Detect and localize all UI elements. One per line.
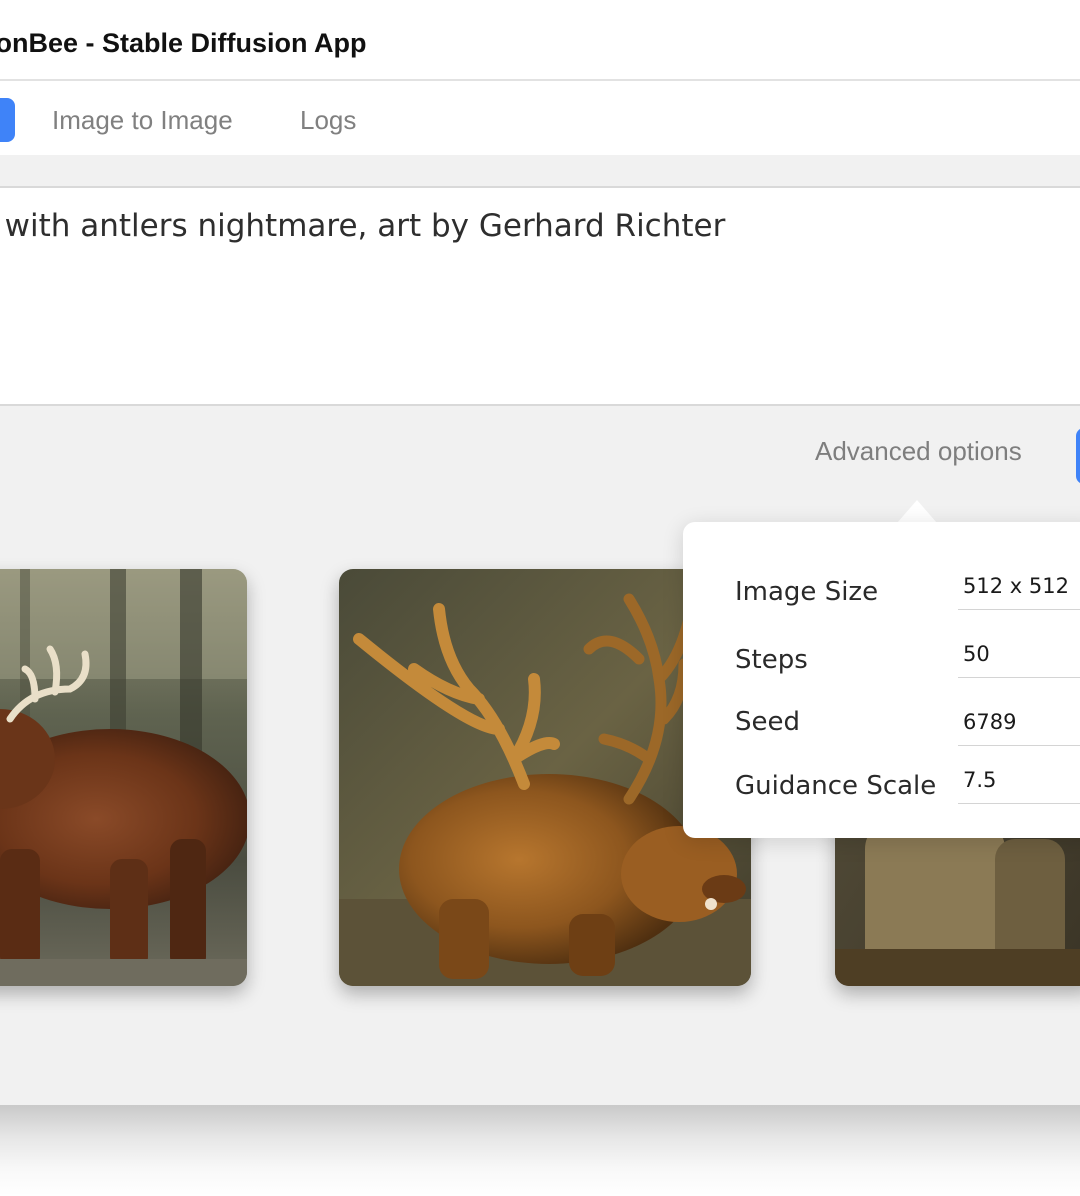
image-size-select[interactable]: 512 x 512 bbox=[958, 564, 1080, 610]
seed-field[interactable]: 6789 bbox=[958, 700, 1080, 746]
advanced-options-button[interactable]: Advanced options bbox=[815, 436, 1022, 467]
prompt-text: r with antlers nightmare, art by Gerhard… bbox=[0, 208, 726, 244]
seed-label: Seed bbox=[735, 707, 800, 737]
tab-bar: Image to Image Logs bbox=[0, 81, 1080, 155]
guidance-scale-label: Guidance Scale bbox=[735, 771, 937, 801]
tab-logs[interactable]: Logs bbox=[300, 105, 356, 136]
generated-image-1[interactable] bbox=[0, 569, 247, 986]
image-size-label: Image Size bbox=[735, 577, 879, 607]
steps-label: Steps bbox=[735, 645, 808, 675]
prompt-input[interactable]: r with antlers nightmare, art by Gerhard… bbox=[0, 186, 1080, 406]
popover-arrow bbox=[897, 500, 937, 523]
generated-image-1-graphic bbox=[0, 569, 247, 986]
guidance-scale-field[interactable]: 7.5 bbox=[958, 758, 1080, 804]
advanced-options-popover: Image Size 512 x 512 Steps 50 Seed 6789 … bbox=[683, 522, 1080, 838]
window-shadow bbox=[0, 1105, 1080, 1196]
title-bar: ionBee - Stable Diffusion App bbox=[0, 0, 1080, 81]
tab-image-to-image[interactable]: Image to Image bbox=[52, 105, 233, 136]
steps-field[interactable]: 50 bbox=[958, 632, 1080, 678]
generate-button[interactable] bbox=[1076, 428, 1080, 484]
app-window: ionBee - Stable Diffusion App Image to I… bbox=[0, 0, 1080, 1105]
app-title: ionBee - Stable Diffusion App bbox=[0, 28, 367, 58]
tab-text-to-image-active[interactable] bbox=[0, 98, 15, 142]
